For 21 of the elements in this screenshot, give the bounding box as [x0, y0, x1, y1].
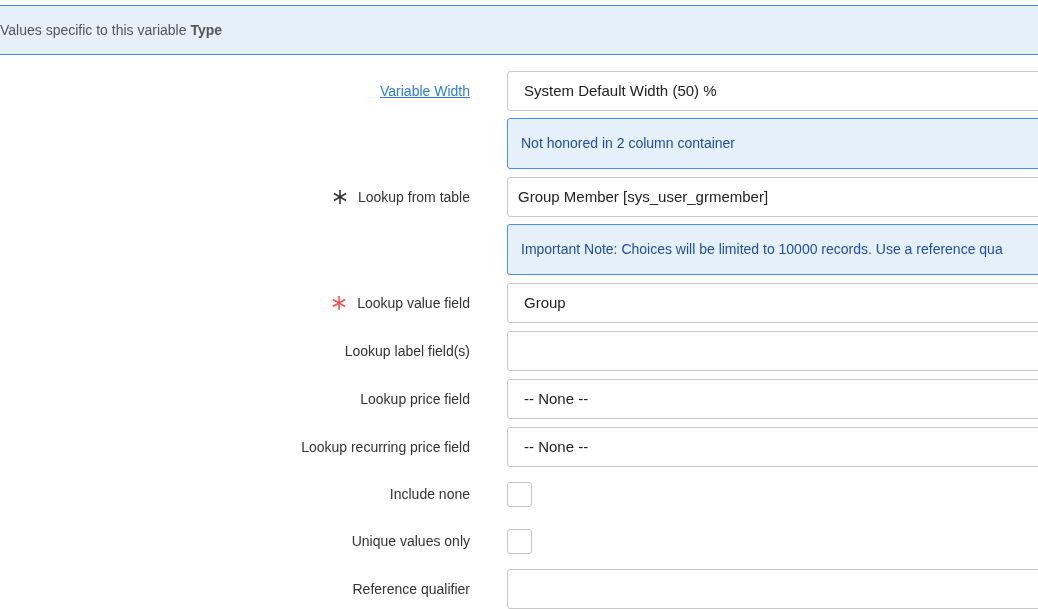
field-label: Lookup recurring price field [301, 437, 470, 457]
field-label: Lookup from table [357, 187, 470, 207]
info-message: Important Note: Choices will be limited to 10000 records. Use a reference qua [507, 224, 1038, 275]
input-field[interactable] [507, 331, 1038, 371]
input-field[interactable] [507, 569, 1038, 609]
field-label: Lookup price field [360, 389, 470, 409]
checkbox[interactable] [507, 529, 532, 554]
select-field[interactable]: -- None -- [507, 427, 1038, 467]
label-link[interactable]: Variable Width [380, 80, 470, 102]
input-field[interactable]: Group Member [sys_user_grmember] [507, 177, 1038, 217]
field-label: Unique values only [351, 532, 470, 551]
checkbox[interactable] [507, 482, 532, 507]
field-label: Lookup value field [357, 293, 470, 313]
field-label: Reference qualifier [352, 579, 470, 599]
select-field[interactable]: -- None -- [507, 379, 1038, 419]
field-label: Lookup label field(s) [344, 341, 470, 361]
field-label: Include none [389, 485, 470, 504]
select-field[interactable]: System Default Width (50) % [507, 71, 1038, 111]
section-title: Values specific to this variable Type [0, 20, 223, 40]
input-field[interactable]: Group [507, 283, 1038, 323]
info-message: Not honored in 2 column container [507, 118, 1038, 169]
